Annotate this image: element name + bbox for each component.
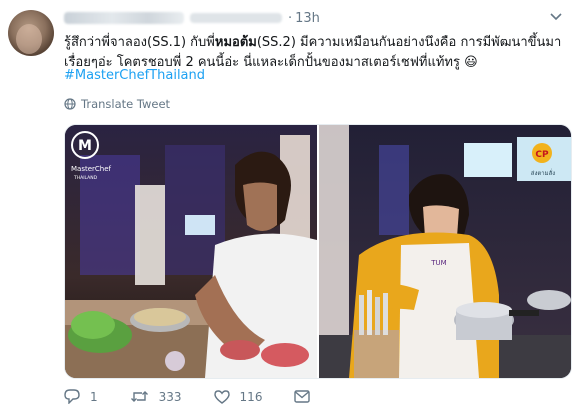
cp-badge: CP [535, 150, 549, 160]
like-button[interactable]: 116 [213, 389, 263, 404]
tweet-text: รู้สึกว่าพี่จาลอง(SS.1) กับพี่หมอต้ม(SS.… [64, 33, 564, 72]
display-name-blurred[interactable] [64, 12, 184, 24]
tweet-actions: 1 333 116 [64, 389, 342, 404]
timestamp[interactable]: 13h [295, 11, 320, 26]
envelope-icon [294, 390, 311, 403]
translate-label: Translate Tweet [81, 97, 171, 111]
emoji: 😃 [464, 54, 478, 70]
hashtag-link[interactable]: #MasterChefThailand [64, 68, 205, 83]
chevron-down-icon[interactable] [549, 10, 563, 24]
tweet-text-bold: หมอต้ม [214, 35, 257, 50]
photo-left[interactable]: M MasterChef THAILAND [65, 125, 317, 378]
separator-dot: · [288, 10, 293, 26]
retweet-icon [130, 391, 148, 402]
reply-icon [64, 389, 80, 404]
retweet-count: 333 [158, 389, 182, 404]
svg-text:M: M [78, 138, 92, 154]
media-container: M MasterChef THAILAND CP ส่งตามสั่ง TUM [64, 124, 572, 379]
reply-button[interactable]: 1 [64, 389, 98, 404]
direct-message-button[interactable] [294, 390, 311, 403]
apron-name: TUM [430, 259, 446, 267]
reply-count: 1 [90, 389, 98, 404]
avatar[interactable] [8, 10, 54, 56]
heart-icon [213, 389, 230, 404]
translate-tweet-button[interactable]: Translate Tweet [64, 97, 170, 111]
masterchef-logo-sub: THAILAND [73, 175, 98, 181]
globe-icon [64, 98, 76, 110]
tweet-text-part: รู้สึกว่าพี่จาลอง(SS.1) กับพี่ [64, 35, 215, 50]
tweet-header: · 13h [64, 9, 320, 27]
photo-right[interactable]: CP ส่งตามสั่ง TUM [319, 125, 571, 378]
like-count: 116 [239, 389, 263, 404]
masterchef-logo-text: MasterChef [71, 165, 112, 173]
retweet-button[interactable]: 333 [130, 390, 182, 404]
handle-blurred[interactable] [190, 13, 282, 23]
screen-text: ส่งตามสั่ง [531, 169, 555, 177]
